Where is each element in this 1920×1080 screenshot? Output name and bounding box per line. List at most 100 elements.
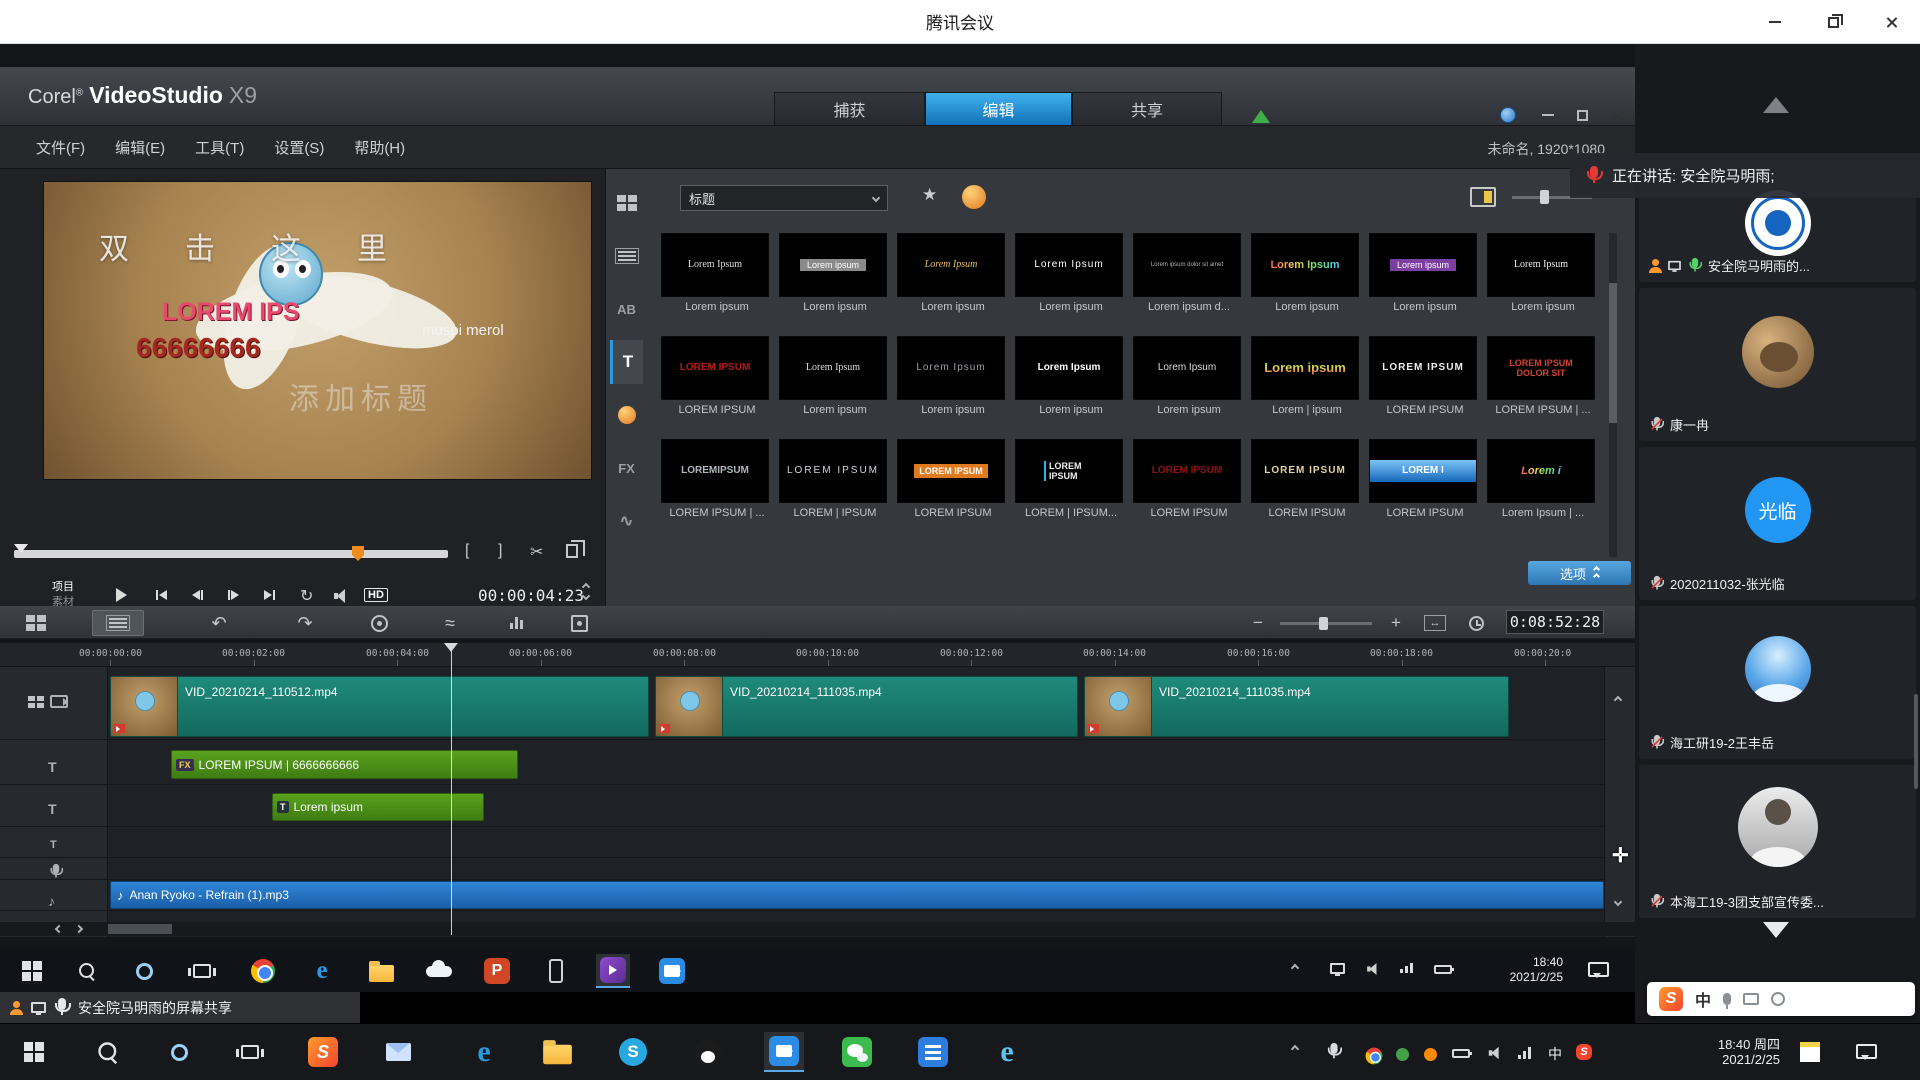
library-thumbnail[interactable]: LOREM IPSUM DOLOR SITLOREM IPSUM | ... — [1487, 336, 1605, 439]
sogou-ime-icon[interactable]: S — [1659, 987, 1683, 1011]
action-center-icon[interactable] — [1856, 1044, 1877, 1059]
library-thumbnail[interactable]: Lorem IpsumLorem ipsum — [1487, 233, 1605, 336]
participant-tile[interactable]: 光临 2020211032-张光临 — [1639, 447, 1916, 600]
go-to-start-button[interactable] — [156, 590, 167, 600]
library-thumbnail[interactable]: LOREM IPSUMLOREM IPSUM — [1251, 439, 1369, 542]
skype-icon[interactable]: S — [613, 1032, 653, 1072]
library-thumbnail[interactable]: Lorem IpsumLorem ipsum — [897, 233, 1015, 336]
timecode-spinner[interactable] — [583, 584, 589, 599]
library-thumbnail[interactable]: Lorem ipsumLorem | ipsum — [1251, 336, 1369, 439]
shared-onedrive-icon[interactable] — [422, 954, 456, 988]
title-track2-icon[interactable]: T — [50, 839, 57, 851]
media-library-icon[interactable] — [610, 181, 643, 225]
library-thumbnail[interactable]: Lorem ipsumLorem ipsum — [1369, 233, 1487, 336]
graphic-icon[interactable] — [610, 393, 643, 437]
shared-tray-chevron-icon[interactable] — [1292, 965, 1298, 971]
music-clip[interactable]: ♪ Anan Ryoko - Refrain (1).mp3 — [110, 881, 1604, 909]
ime-mic-icon[interactable] — [1723, 993, 1731, 1005]
gallery-dropdown[interactable]: 标题 — [680, 185, 888, 211]
undo-icon[interactable]: ↶ — [204, 610, 234, 636]
shared-cortana-icon[interactable] — [127, 954, 161, 988]
library-thumbnail[interactable]: Lorem IpsumLorem ipsum — [661, 233, 779, 336]
volume-button[interactable] — [334, 589, 349, 603]
shared-your-phone-icon[interactable] — [539, 954, 573, 988]
shared-battery-icon[interactable] — [1434, 965, 1452, 974]
participant-tile[interactable]: 康一冉 — [1639, 288, 1916, 441]
tray-orange-icon[interactable] — [1424, 1048, 1437, 1061]
video-track-icon[interactable] — [28, 695, 68, 708]
edge-icon[interactable]: e — [464, 1032, 504, 1072]
file-explorer-icon[interactable] — [537, 1032, 577, 1072]
library-thumbnail[interactable]: Lorem IpsumLorem ipsum — [779, 336, 897, 439]
shared-meeting-icon[interactable] — [655, 954, 689, 988]
start-button[interactable] — [14, 1032, 54, 1072]
tray-mic-icon[interactable] — [1326, 1042, 1342, 1061]
filter-icon[interactable]: FX — [610, 446, 643, 490]
browse-icon[interactable] — [962, 185, 986, 209]
participant-tile[interactable]: 海工研19-2王丰岳 — [1639, 606, 1916, 759]
shared-powerpoint-icon[interactable]: P — [480, 954, 514, 988]
track-transparency-icon[interactable] — [564, 610, 594, 636]
library-thumbnail[interactable]: LOREM IPSUMLOREM IPSUM — [897, 439, 1015, 542]
sound-mixer-icon[interactable]: ≈ — [435, 610, 465, 636]
tray-volume-icon[interactable] — [1488, 1046, 1503, 1060]
scrubber-start-handle[interactable] — [14, 544, 28, 560]
timeline-right-scroll[interactable] — [1604, 667, 1635, 937]
video-clip[interactable]: VID_20210214_110512.mp4 — [110, 676, 649, 737]
tray-chrome-icon[interactable] — [1362, 1044, 1386, 1068]
library-thumbnail[interactable]: LOREM IPSUMLOREM IPSUM — [1133, 439, 1251, 542]
library-thumbnail[interactable]: Lorem iLorem Ipsum | ... — [1487, 439, 1605, 542]
menu-file[interactable]: 文件(F) — [36, 137, 85, 158]
storyboard-view-icon[interactable] — [18, 610, 54, 636]
title-library-icon[interactable]: T — [610, 340, 643, 384]
next-frame-button[interactable] — [228, 590, 239, 600]
sogou-icon[interactable]: S — [303, 1032, 343, 1072]
ime-settings-icon[interactable] — [1771, 992, 1785, 1006]
shared-search-icon[interactable] — [70, 954, 104, 988]
menu-help[interactable]: 帮助(H) — [354, 137, 405, 158]
playhead-marker[interactable] — [444, 643, 458, 659]
zoom-in-icon[interactable]: + — [1384, 610, 1408, 636]
preview-scrubber[interactable] — [14, 550, 448, 558]
title-clip[interactable]: FX LOREM IPSUM | 6666666666 — [171, 750, 518, 779]
task-view-icon[interactable] — [230, 1032, 270, 1072]
library-scrollbar[interactable] — [1609, 233, 1617, 557]
mark-in-icon[interactable]: [ — [465, 542, 469, 560]
enlarge-preview-icon[interactable] — [566, 544, 578, 558]
restore-button[interactable] — [1804, 0, 1862, 44]
sidebar-scrollbar[interactable] — [1914, 694, 1918, 789]
shared-edge-icon[interactable]: e — [305, 954, 339, 988]
library-thumbnail[interactable]: Lorem IpsumLorem ipsum — [1133, 336, 1251, 439]
repeat-button[interactable]: ↻ — [300, 586, 313, 606]
playhead-line[interactable] — [451, 643, 452, 935]
title-clip[interactable]: T Lorem ipsum — [272, 793, 484, 821]
shared-volume-icon[interactable] — [1366, 962, 1381, 976]
shared-videostudio-icon[interactable] — [596, 954, 630, 988]
hd-toggle[interactable]: HD — [364, 588, 388, 602]
tab-capture[interactable]: 捕获 — [774, 92, 925, 126]
timeline-zoom-knob[interactable] — [1318, 610, 1328, 636]
vs-minimize-button[interactable] — [1536, 105, 1560, 125]
library-thumbnail[interactable]: LOREM IPSUMLOREM | IPSUM... — [1015, 439, 1133, 542]
shared-file-explorer-icon[interactable] — [364, 954, 398, 988]
meeting-app-icon[interactable] — [764, 1032, 804, 1072]
shared-task-view-icon[interactable] — [185, 954, 219, 988]
shared-start-button[interactable] — [15, 954, 49, 988]
library-thumbnail[interactable]: LOREM IPSUMLOREM IPSUM — [661, 336, 779, 439]
timeline-hscrollbar[interactable] — [0, 922, 1635, 936]
shared-network-icon[interactable] — [1400, 963, 1413, 973]
tab-edit[interactable]: 编辑 — [925, 92, 1072, 126]
instant-project-icon[interactable] — [610, 234, 643, 278]
library-thumbnail[interactable]: LOREM IPSUMLOREM IPSUM — [1369, 336, 1487, 439]
record-capture-icon[interactable] — [364, 610, 394, 636]
library-thumbnail[interactable]: Lorem IpsumLorem ipsum — [1015, 336, 1133, 439]
timeline-ruler[interactable]: 00:00:00:00 00:00:02:00 00:00:04:00 00:0… — [0, 643, 1635, 667]
input-mode-indicator[interactable]: 中 — [1548, 1044, 1562, 1064]
library-thumbnail[interactable]: Lorem ipsumLorem ipsum — [779, 233, 897, 336]
mark-out-icon[interactable]: ] — [498, 542, 502, 560]
library-view-toggle-icon[interactable] — [1470, 187, 1496, 207]
mail-icon[interactable] — [378, 1032, 418, 1072]
vs-restore-button[interactable] — [1570, 105, 1594, 125]
tray-battery-icon[interactable] — [1452, 1049, 1470, 1058]
play-button[interactable] — [116, 588, 127, 602]
